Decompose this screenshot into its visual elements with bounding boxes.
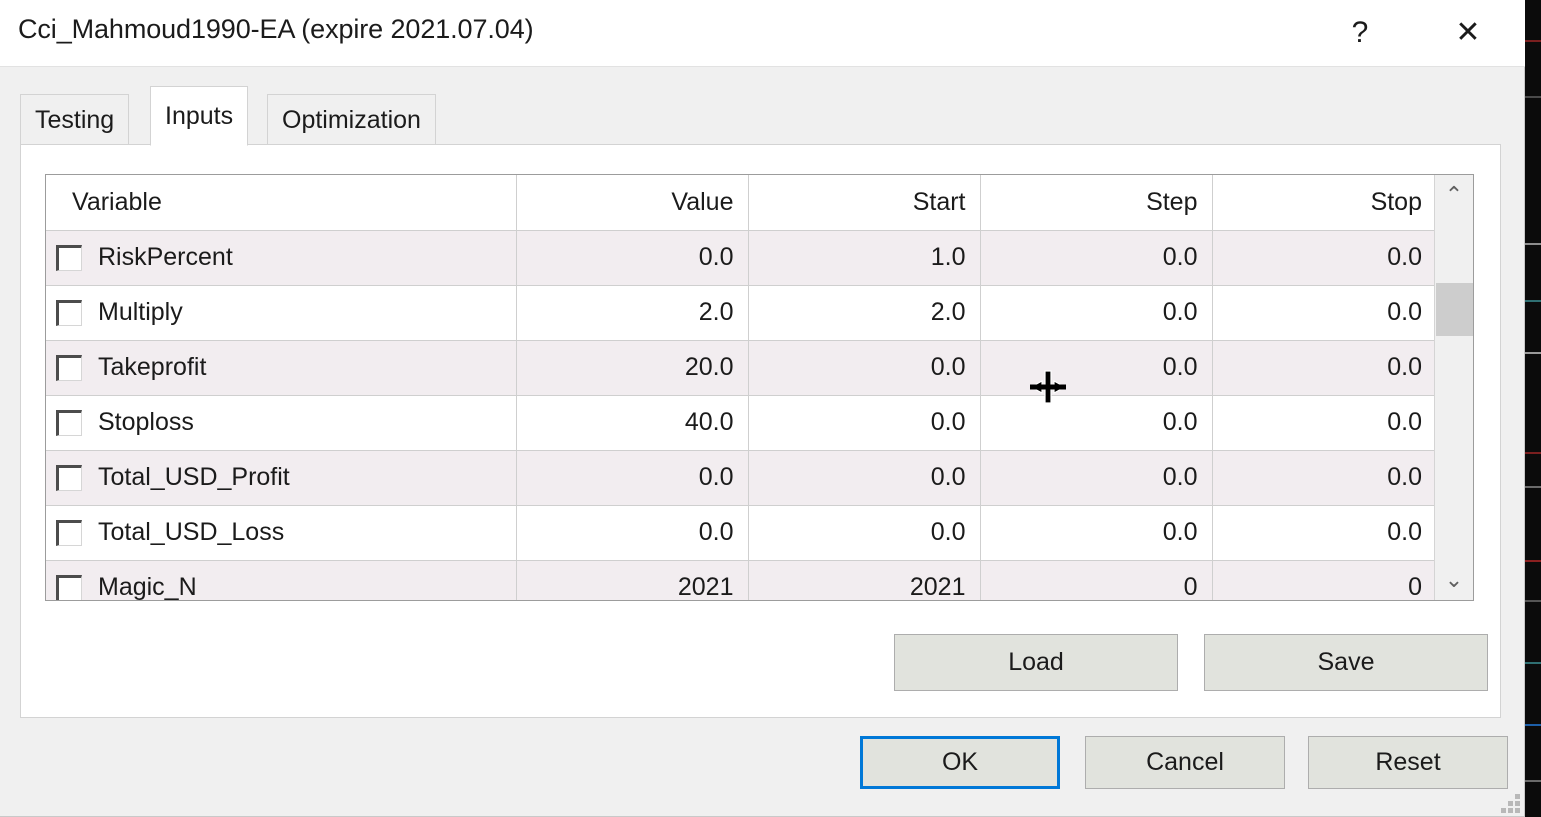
save-button[interactable]: Save <box>1204 634 1488 691</box>
table-row[interactable]: Stoploss40.00.00.00.0 <box>46 395 1436 450</box>
cell-value[interactable]: 0.0 <box>516 230 748 285</box>
parameters-table: Variable Value Start Step Stop RiskPerce… <box>46 175 1436 601</box>
optimize-checkbox[interactable] <box>56 520 82 546</box>
scrollbar-thumb[interactable] <box>1436 283 1473 336</box>
optimize-checkbox[interactable] <box>56 300 82 326</box>
window-title: Cci_Mahmoud1990-EA (expire 2021.07.04) <box>18 14 534 45</box>
scroll-down-icon[interactable]: ⌄ <box>1435 560 1473 600</box>
variable-name-label: Total_USD_Profit <box>98 463 290 492</box>
cell-step[interactable]: 0 <box>980 560 1212 601</box>
variable-name-label: Multiply <box>98 298 183 327</box>
cell-start[interactable]: 1.0 <box>748 230 980 285</box>
cell-variable: Magic_N <box>46 560 516 601</box>
variable-cell-content: Takeprofit <box>56 353 502 382</box>
reset-button[interactable]: Reset <box>1308 736 1508 789</box>
cell-stop[interactable]: 0.0 <box>1212 450 1436 505</box>
background-application-strip <box>1525 0 1541 817</box>
table-row[interactable]: Multiply2.02.00.00.0 <box>46 285 1436 340</box>
table-body: RiskPercent0.01.00.00.0Multiply2.02.00.0… <box>46 230 1436 601</box>
table-header: Variable Value Start Step Stop <box>46 175 1436 230</box>
optimize-checkbox[interactable] <box>56 410 82 436</box>
parameters-grid-viewport: Variable Value Start Step Stop RiskPerce… <box>46 175 1436 601</box>
optimize-checkbox[interactable] <box>56 355 82 381</box>
cell-start[interactable]: 0.0 <box>748 505 980 560</box>
cell-start[interactable]: 0.0 <box>748 450 980 505</box>
cell-start[interactable]: 2.0 <box>748 285 980 340</box>
cell-value[interactable]: 20.0 <box>516 340 748 395</box>
table-row[interactable]: Total_USD_Loss0.00.00.00.0 <box>46 505 1436 560</box>
column-header-start[interactable]: Start <box>748 175 980 230</box>
cell-stop[interactable]: 0.0 <box>1212 230 1436 285</box>
parameters-grid: Variable Value Start Step Stop RiskPerce… <box>45 174 1474 601</box>
cell-value[interactable]: 40.0 <box>516 395 748 450</box>
vertical-scrollbar[interactable]: ⌃ ⌄ <box>1434 175 1473 600</box>
column-header-step[interactable]: Step <box>980 175 1212 230</box>
tab-optimization[interactable]: Optimization <box>267 94 436 146</box>
close-icon: ✕ <box>1425 0 1511 66</box>
cell-stop[interactable]: 0.0 <box>1212 340 1436 395</box>
ok-button[interactable]: OK <box>860 736 1060 789</box>
cell-stop[interactable]: 0 <box>1212 560 1436 601</box>
cell-start[interactable]: 0.0 <box>748 340 980 395</box>
cell-step[interactable]: 0.0 <box>980 340 1212 395</box>
cancel-button[interactable]: Cancel <box>1085 736 1285 789</box>
cell-variable: Total_USD_Profit <box>46 450 516 505</box>
variable-name-label: RiskPercent <box>98 243 233 272</box>
column-header-stop[interactable]: Stop <box>1212 175 1436 230</box>
cell-variable: Stoploss <box>46 395 516 450</box>
variable-cell-content: Total_USD_Loss <box>56 518 502 547</box>
variable-name-label: Magic_N <box>98 573 197 601</box>
cell-variable: Multiply <box>46 285 516 340</box>
cell-variable: RiskPercent <box>46 230 516 285</box>
variable-name-label: Total_USD_Loss <box>98 518 284 547</box>
variable-cell-content: Stoploss <box>56 408 502 437</box>
table-row[interactable]: Magic_N2021202100 <box>46 560 1436 601</box>
cell-step[interactable]: 0.0 <box>980 505 1212 560</box>
ea-properties-dialog: Cci_Mahmoud1990-EA (expire 2021.07.04) ?… <box>0 0 1525 817</box>
variable-cell-content: Total_USD_Profit <box>56 463 502 492</box>
resize-grip-icon[interactable] <box>1496 789 1520 813</box>
header-row: Variable Value Start Step Stop <box>46 175 1436 230</box>
optimize-checkbox[interactable] <box>56 575 82 601</box>
close-button[interactable]: ✕ <box>1425 0 1511 66</box>
inputs-tab-panel: Variable Value Start Step Stop RiskPerce… <box>20 144 1501 718</box>
variable-name-label: Takeprofit <box>98 353 206 382</box>
cell-value[interactable]: 0.0 <box>516 505 748 560</box>
cell-start[interactable]: 2021 <box>748 560 980 601</box>
column-header-variable[interactable]: Variable <box>46 175 516 230</box>
column-header-value[interactable]: Value <box>516 175 748 230</box>
cell-start[interactable]: 0.0 <box>748 395 980 450</box>
cell-value[interactable]: 2021 <box>516 560 748 601</box>
help-button[interactable]: ? <box>1317 0 1403 66</box>
cell-step[interactable]: 0.0 <box>980 395 1212 450</box>
cell-step[interactable]: 0.0 <box>980 230 1212 285</box>
table-row[interactable]: Total_USD_Profit0.00.00.00.0 <box>46 450 1436 505</box>
cell-value[interactable]: 0.0 <box>516 450 748 505</box>
cell-variable: Takeprofit <box>46 340 516 395</box>
variable-cell-content: RiskPercent <box>56 243 502 272</box>
cell-step[interactable]: 0.0 <box>980 450 1212 505</box>
tab-bar: Testing Inputs Optimization <box>0 66 1525 146</box>
table-row[interactable]: Takeprofit20.00.00.00.0 <box>46 340 1436 395</box>
variable-cell-content: Multiply <box>56 298 502 327</box>
variable-name-label: Stoploss <box>98 408 194 437</box>
cell-stop[interactable]: 0.0 <box>1212 505 1436 560</box>
table-row[interactable]: RiskPercent0.01.00.00.0 <box>46 230 1436 285</box>
scroll-up-icon[interactable]: ⌃ <box>1435 175 1473 215</box>
cell-stop[interactable]: 0.0 <box>1212 285 1436 340</box>
cell-step[interactable]: 0.0 <box>980 285 1212 340</box>
variable-cell-content: Magic_N <box>56 573 502 601</box>
optimize-checkbox[interactable] <box>56 245 82 271</box>
cell-value[interactable]: 2.0 <box>516 285 748 340</box>
tab-inputs[interactable]: Inputs <box>150 86 248 146</box>
load-button[interactable]: Load <box>894 634 1178 691</box>
tab-testing[interactable]: Testing <box>20 94 129 146</box>
cell-variable: Total_USD_Loss <box>46 505 516 560</box>
question-mark-icon: ? <box>1317 0 1403 66</box>
optimize-checkbox[interactable] <box>56 465 82 491</box>
title-bar: Cci_Mahmoud1990-EA (expire 2021.07.04) ?… <box>0 0 1525 67</box>
cell-stop[interactable]: 0.0 <box>1212 395 1436 450</box>
